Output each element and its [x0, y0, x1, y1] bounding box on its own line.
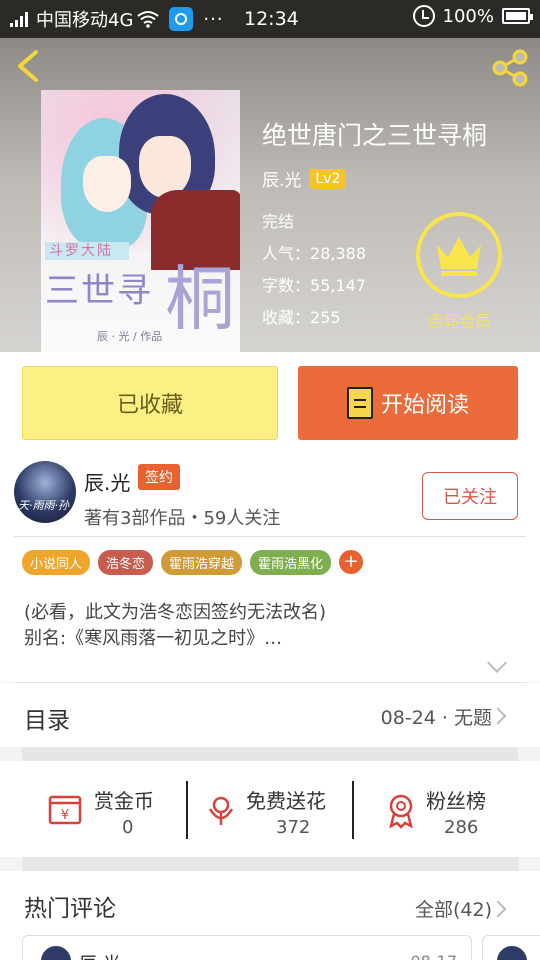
chevron-right-icon [489, 900, 507, 918]
share-icon[interactable] [488, 46, 532, 90]
expand-chevron-icon[interactable] [487, 653, 507, 673]
summary-line: (必看，此文为浩冬恋因签约无法改名) [24, 602, 327, 623]
clock: 12:34 [244, 8, 299, 30]
author-section: 天·雨雨·孙 辰.光 签约 著有3部作品・59人关注 已关注 [0, 448, 540, 538]
toc-label: 目录 [24, 708, 70, 734]
divider [186, 781, 188, 839]
chevron-right-icon [489, 707, 507, 725]
follow-button[interactable]: 已关注 [422, 472, 518, 520]
carrier-label: 中国移动4G [36, 10, 134, 31]
popularity-value: 28,388 [310, 244, 366, 263]
level-badge: Lv2 [309, 168, 347, 189]
hot-comments-section: 热门评论 全部(42) 辰.光 08-17 [0, 871, 540, 960]
book-author[interactable]: 辰.光 [262, 166, 301, 191]
notification-app-icon [169, 7, 194, 31]
book-icon [346, 387, 373, 419]
latest-chapter: 08-24 · 无题 [380, 707, 492, 729]
author-avatar[interactable]: 天·雨雨·孙 [14, 461, 76, 523]
comment-author: 辰.光 [79, 950, 121, 960]
signal-icon [10, 11, 28, 27]
send-flowers-value: 372 [276, 817, 311, 838]
battery-icon [502, 8, 533, 24]
divider [14, 536, 526, 537]
avatar [41, 946, 71, 960]
book-title: 绝世唐门之三世寻桐 [262, 121, 488, 150]
fans-ranking-button[interactable]: 粉丝榜 286 [360, 761, 540, 857]
comment-card[interactable]: 辰.光 08-17 [22, 935, 472, 960]
favorites-value: 255 [310, 308, 341, 327]
tag-list: 小说同人 浩冬恋 霍雨浩穿越 霍雨浩黑化 + [0, 538, 540, 586]
action-bar: 已收藏 开始阅读 [0, 352, 540, 448]
collect-button[interactable]: 已收藏 [22, 366, 278, 440]
wifi-icon [137, 11, 160, 28]
reward-coins-button[interactable]: ¥ 赏金币 0 [0, 761, 180, 857]
book-cover[interactable]: 斗罗大陆 三世寻 桐 辰 · 光 / 作品 [41, 90, 240, 352]
book-header: 斗罗大陆 三世寻 桐 辰 · 光 / 作品 绝世唐门之三世寻桐 辰.光 Lv2 … [0, 38, 540, 352]
popularity-label: 人气： [262, 244, 311, 263]
medal-icon [389, 794, 413, 829]
support-stats: ¥ 赏金币 0 免费送花 372 粉丝榜 286 [0, 761, 540, 857]
tag-item[interactable]: 浩冬恋 [98, 549, 154, 575]
avatar [497, 946, 527, 960]
crown-icon [437, 237, 481, 276]
hot-comments-title: 热门评论 [24, 896, 116, 922]
fans-ranking-value: 286 [444, 817, 479, 838]
svg-text:¥: ¥ [61, 808, 69, 823]
coin-icon: ¥ [48, 795, 82, 825]
flower-icon [208, 796, 234, 825]
fans-ranking-label: 粉丝榜 [426, 789, 486, 813]
toc-row[interactable]: 目录 08-24 · 无题 [0, 683, 540, 747]
tag-item[interactable]: 霍雨浩黑化 [250, 549, 332, 575]
status-bar: 中国移动4G ··· 12:34 100% [0, 0, 540, 38]
battery-percent: 100% [442, 5, 494, 27]
comment-date: 08-17 [411, 952, 458, 960]
cover-title-art: 斗罗大陆 三世寻 桐 [45, 242, 237, 340]
more-tags-button[interactable]: + [339, 550, 364, 574]
divider [352, 781, 354, 839]
author-stats: 著有3部作品・59人关注 [84, 508, 281, 529]
book-state: 完结 [262, 212, 295, 231]
section-gap [22, 857, 518, 871]
reward-coins-label: 赏金币 [94, 789, 154, 813]
vip-label[interactable]: 点亮会员 [414, 308, 504, 332]
words-value: 55,147 [310, 276, 366, 295]
vip-crown-button[interactable] [416, 212, 502, 298]
start-reading-button[interactable]: 开始阅读 [298, 366, 518, 440]
send-flowers-label: 免费送花 [246, 789, 326, 813]
send-flowers-button[interactable]: 免费送花 372 [180, 761, 360, 857]
comment-card[interactable] [482, 935, 540, 960]
signed-badge: 签约 [138, 464, 180, 490]
author-name[interactable]: 辰.光 [84, 467, 130, 496]
alarm-icon [412, 5, 435, 27]
words-label: 字数： [262, 276, 311, 295]
tag-item[interactable]: 霍雨浩穿越 [161, 549, 243, 575]
section-gap [22, 747, 518, 761]
favorites-label: 收藏： [262, 308, 311, 327]
book-summary[interactable]: (必看，此文为浩冬恋因签约无法改名) 别名:《寒风雨落一初见之时》… [0, 586, 540, 682]
start-reading-label: 开始阅读 [380, 393, 469, 418]
more-notifications-icon: ··· [203, 8, 224, 30]
cover-author-art: 辰 · 光 / 作品 [97, 330, 163, 343]
all-comments-link[interactable]: 全部(42) [415, 895, 492, 922]
summary-line: 别名:《寒风雨落一初见之时》… [24, 628, 283, 649]
reward-coins-value: 0 [122, 817, 134, 838]
book-meta: 完结 人气：28,388 字数：55,147 收藏：255 [262, 206, 366, 334]
tag-item[interactable]: 小说同人 [22, 549, 91, 575]
back-icon[interactable] [10, 46, 50, 86]
